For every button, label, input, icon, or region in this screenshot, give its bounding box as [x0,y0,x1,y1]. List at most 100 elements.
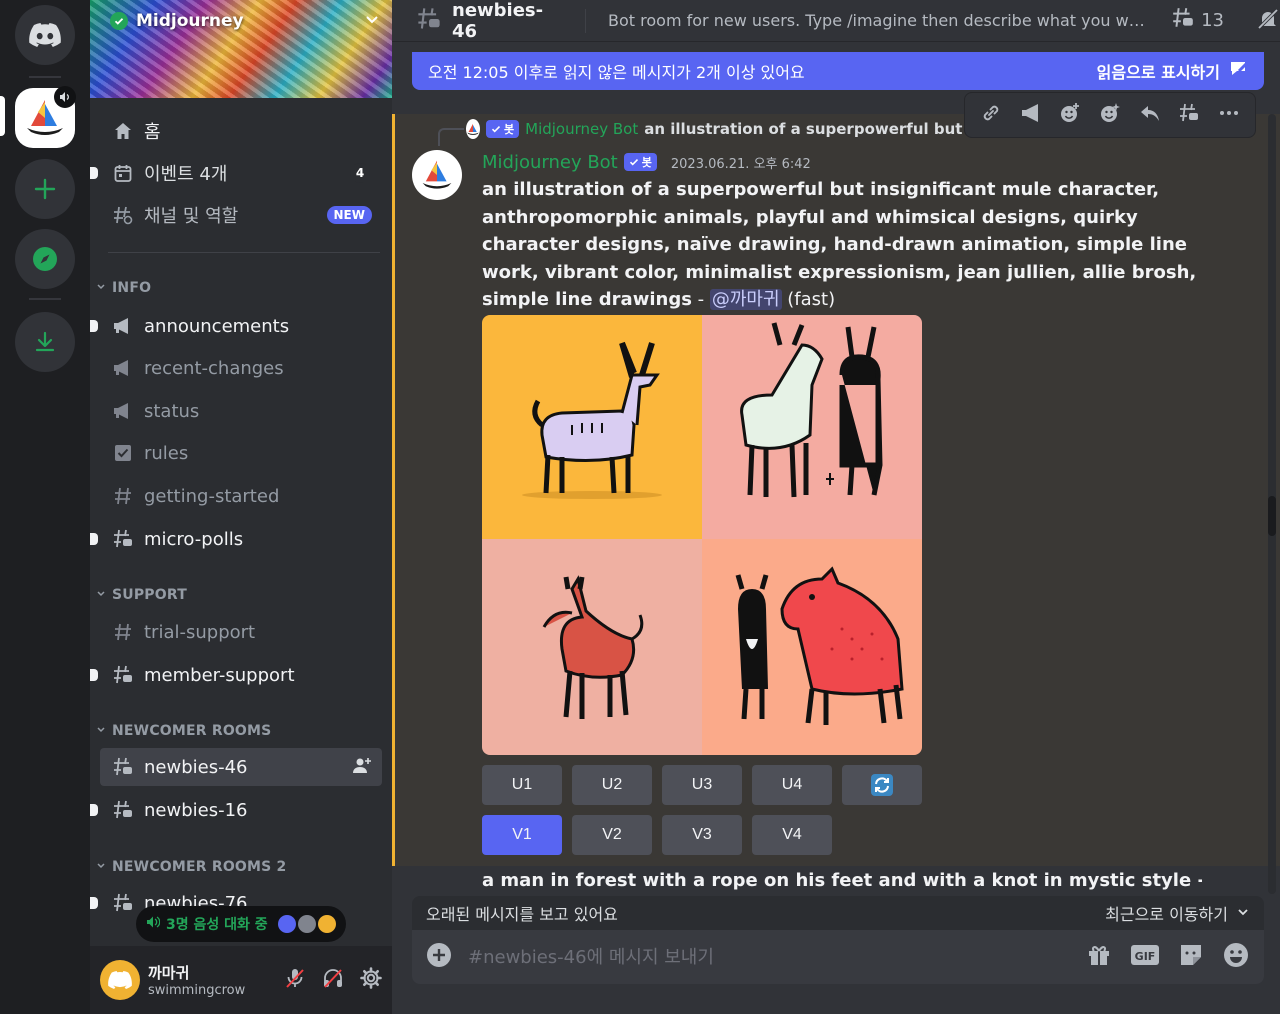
mute-microphone-icon[interactable] [284,967,306,993]
channel-recent-changes[interactable]: recent-changes [100,349,382,387]
channel-newbies-46[interactable]: newbies-46 [100,748,382,786]
gif-icon[interactable]: GIF [1130,943,1160,971]
message-author[interactable]: Midjourney Bot [482,152,618,173]
discord-logo-icon [29,23,61,47]
mule-illustration [522,341,662,499]
thread-hashtag-icon [112,528,134,550]
announce-icon[interactable] [1020,102,1042,128]
upscale-button-1[interactable]: U1 [482,765,562,805]
add-server-button[interactable] [15,159,75,219]
bot-badge: 봇 [486,120,520,138]
unread-indicator [90,533,98,545]
settings-gear-icon[interactable] [360,967,382,993]
selected-server-indicator [0,96,5,136]
rules-checkbox-icon [112,442,134,464]
thread-hashtag-icon [112,664,134,686]
category-support[interactable]: SUPPORT [96,585,187,605]
upscale-button-4[interactable]: U4 [752,765,832,805]
gift-icon[interactable] [1086,942,1112,972]
channel-topic[interactable]: Bot room for new users. Type /imagine th… [608,11,1153,30]
server-header[interactable]: Midjourney [110,8,380,34]
super-reaction-icon[interactable] [1099,102,1121,128]
channel-newbies-16[interactable]: newbies-16 [90,791,382,829]
mark-as-read-button[interactable]: 읽음으로 표시하기 [1097,59,1249,83]
user-panel: 까마귀 swimmingcrow [90,946,392,1014]
chevron-down-icon [1236,904,1250,923]
unread-indicator [90,669,98,681]
sidebar-item-events[interactable]: 이벤트 4개 4 [90,154,382,192]
explore-servers-button[interactable] [15,229,75,289]
channels-roles-icon [112,204,134,226]
avatar [277,915,296,933]
sticker-icon[interactable] [1178,942,1204,972]
svg-text:GIF: GIF [1135,950,1156,963]
image-tile-2 [702,315,922,539]
unread-messages-bar[interactable]: 오전 12:05 이후로 읽지 않은 메시지가 2개 이상 있어요 읽음으로 표… [412,52,1264,90]
message-composer: GIF [412,930,1264,984]
channel-rules[interactable]: rules [100,434,382,472]
next-message-content: a man in forest with a rope on his feet … [482,870,1202,891]
discord-app: Midjourney 홈 이벤트 4개 4 채널 및 역할 NEW INFO a… [0,0,1280,1014]
add-reaction-icon[interactable] [1059,102,1081,128]
voice-activity-pill[interactable]: 3명 음성 대화 중 [136,906,346,942]
threads-button[interactable]: 13 [1171,6,1224,35]
variation-button-3[interactable]: V3 [662,815,742,855]
deafen-headphones-icon[interactable] [322,967,344,993]
variation-button-1[interactable]: V1 [482,815,562,855]
variation-button-4[interactable]: V4 [752,815,832,855]
check-icon [629,159,638,166]
generated-image-grid[interactable] [482,315,922,755]
channel-trial-support[interactable]: trial-support [100,613,382,651]
verified-badge-icon [110,12,128,30]
reply-icon[interactable] [1139,102,1161,128]
sidebar-item-home[interactable]: 홈 [100,112,382,150]
red-mule-illustration [542,575,644,719]
chevron-down-icon [96,587,106,603]
copy-link-icon[interactable] [980,102,1002,128]
chevron-down-icon [96,723,106,739]
emoji-icon[interactable] [1222,941,1250,973]
download-apps-button[interactable] [15,312,75,372]
chat-scrollbar-thumb[interactable] [1268,496,1276,536]
plus-icon [34,178,56,200]
channel-getting-started[interactable]: getting-started [100,477,382,515]
reroll-button[interactable] [842,765,922,805]
message-input[interactable] [468,946,1070,968]
server-name: Midjourney [136,11,244,31]
notification-bell-muted-icon[interactable] [1256,7,1280,35]
variation-button-2[interactable]: V2 [572,815,652,855]
avatar [317,915,336,933]
upscale-button-row: U1 U2 U3 U4 [482,765,922,805]
unread-indicator [90,804,98,816]
sidebar-item-channels-roles[interactable]: 채널 및 역할 NEW [100,196,382,234]
channel-announcements[interactable]: announcements [90,307,382,345]
chevron-down-icon [364,11,380,31]
message-author-avatar[interactable] [412,150,462,200]
message-action-toolbar [964,92,1256,138]
user-mention[interactable]: @까마귀 [709,289,782,311]
chevron-down-icon [96,280,106,296]
channel-member-support[interactable]: member-support [90,656,382,694]
jump-to-present-button[interactable]: 최근으로 이동하기 [1105,901,1250,925]
category-info[interactable]: INFO [96,278,151,298]
user-avatar[interactable] [100,960,140,1000]
upscale-button-3[interactable]: U3 [662,765,742,805]
channel-micro-polls[interactable]: micro-polls [90,520,382,558]
unread-indicator [90,897,98,909]
add-member-icon[interactable] [352,756,372,779]
category-newcomer-rooms-2[interactable]: NEWCOMER ROOMS 2 [96,857,286,877]
viewing-older-messages-bar: 오래된 메시지를 보고 있어요 최근으로 이동하기 [412,896,1264,930]
user-name-block[interactable]: 까마귀 swimmingcrow [148,962,245,998]
more-options-icon[interactable] [1218,102,1240,128]
mark-read-icon [1228,59,1249,83]
attach-plus-icon[interactable] [426,942,452,972]
thread-hashtag-icon [416,6,442,36]
mention-accent-bar [392,114,395,866]
category-newcomer-rooms[interactable]: NEWCOMER ROOMS [96,721,271,741]
discord-home-button[interactable] [15,5,75,65]
channel-status[interactable]: status [100,392,382,430]
reroll-arrows-icon [871,774,893,796]
header-divider [585,8,587,33]
create-thread-icon[interactable] [1178,102,1200,128]
upscale-button-2[interactable]: U2 [572,765,652,805]
